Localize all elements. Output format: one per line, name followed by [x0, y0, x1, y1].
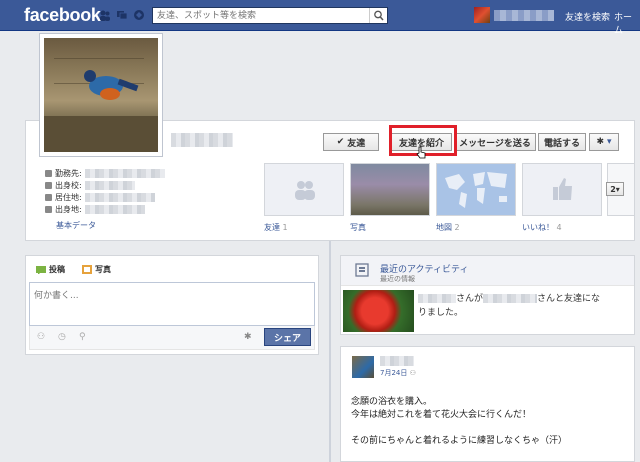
friends-caption[interactable]: 友達 1 — [264, 222, 288, 233]
privacy-icon: ⚇ — [409, 369, 416, 377]
photos-caption[interactable]: 写真 — [350, 222, 366, 233]
timeline-line — [329, 241, 331, 462]
home-icon — [45, 194, 52, 201]
info-hometown: 出身地: — [45, 204, 145, 215]
call-button[interactable]: 電話する — [538, 133, 586, 151]
work-value-redacted — [84, 169, 165, 178]
thumbs-up-icon — [553, 178, 572, 200]
basic-data-link[interactable]: 基本データ — [56, 220, 96, 231]
friends-tile[interactable] — [264, 163, 344, 216]
photo-icon — [82, 265, 92, 274]
more-sections-button[interactable]: 2 ▾ — [606, 182, 624, 196]
school-icon — [45, 182, 52, 189]
briefcase-icon — [45, 170, 52, 177]
photos-tile[interactable] — [350, 163, 430, 216]
checkmark-icon: ✔ — [336, 137, 345, 147]
tab-photo[interactable]: 写真 — [82, 264, 111, 275]
post-body: 念願の浴衣を購入。 今年は絶対これを着て花火大会に行くんだ！ その前にちゃんと着… — [351, 397, 568, 446]
cursor-icon — [416, 146, 426, 159]
user-name-redacted[interactable] — [494, 10, 554, 21]
info-school: 出身校: — [45, 180, 135, 191]
tab-post[interactable]: 投稿 — [36, 264, 65, 275]
send-message-button[interactable]: メッセージを送る — [454, 133, 536, 151]
notifications-icon[interactable] — [133, 9, 145, 21]
location-pin-icon[interactable]: ⚲ — [79, 332, 86, 342]
profile-picture[interactable] — [39, 33, 163, 157]
activity-user-b-redacted — [483, 294, 538, 303]
friend-requests-icon[interactable] — [99, 9, 111, 21]
composer-input[interactable]: 何か書く... — [29, 282, 315, 326]
clock-icon[interactable]: ◷ — [58, 332, 66, 342]
privacy-gear-icon[interactable]: ✱ — [244, 332, 252, 342]
home-link[interactable]: ホーム — [614, 10, 640, 36]
dropdown-arrow-icon: ▾ — [615, 184, 620, 194]
tag-people-icon[interactable]: ⚇ — [37, 332, 45, 342]
activity-photo[interactable] — [343, 290, 414, 332]
profile-name-redacted — [171, 133, 233, 147]
map-tile[interactable] — [436, 163, 516, 216]
activity-subtitle: 最近の情報 — [380, 275, 415, 283]
map-caption[interactable]: 地図 2 — [436, 222, 460, 233]
settings-menu-button[interactable]: ✱ ▾ — [589, 133, 619, 151]
find-friends-link[interactable]: 友達を検索 — [565, 10, 610, 23]
search-button[interactable] — [369, 8, 387, 23]
user-avatar[interactable] — [474, 7, 490, 23]
residence-value-redacted — [84, 193, 155, 202]
info-residence: 居住地: — [45, 192, 155, 203]
messages-icon[interactable] — [116, 9, 128, 21]
facebook-logo[interactable]: facebook — [24, 5, 101, 26]
hometown-value-redacted — [84, 205, 145, 214]
friends-placeholder-icon — [295, 181, 315, 200]
likes-caption[interactable]: いいね！ 4 — [522, 222, 562, 233]
info-work: 勤務先: — [45, 168, 165, 179]
search-box[interactable] — [152, 7, 388, 24]
search-input[interactable] — [153, 8, 363, 23]
gear-icon: ✱ — [596, 137, 604, 147]
post-avatar[interactable] — [352, 356, 374, 378]
share-button[interactable]: シェア — [264, 328, 311, 346]
world-map-icon — [445, 172, 507, 208]
friend-status-button[interactable]: ✔ 友達 — [323, 133, 379, 151]
search-icon — [374, 10, 384, 21]
bird-photo — [44, 38, 158, 152]
school-value-redacted — [84, 181, 135, 190]
top-bar: facebook 友達を検索 ホーム — [0, 0, 640, 36]
likes-tile[interactable] — [522, 163, 602, 216]
post-author-redacted[interactable] — [380, 356, 414, 366]
dropdown-arrow-icon: ▾ — [607, 137, 612, 147]
activity-icon — [355, 263, 369, 277]
location-icon — [45, 206, 52, 213]
activity-user-a-redacted — [418, 294, 456, 303]
post-icon — [36, 265, 46, 274]
post-date[interactable]: 7月24日 ⚇ — [380, 368, 416, 378]
activity-text: さんが さんと友達にな りました。 — [418, 294, 601, 318]
